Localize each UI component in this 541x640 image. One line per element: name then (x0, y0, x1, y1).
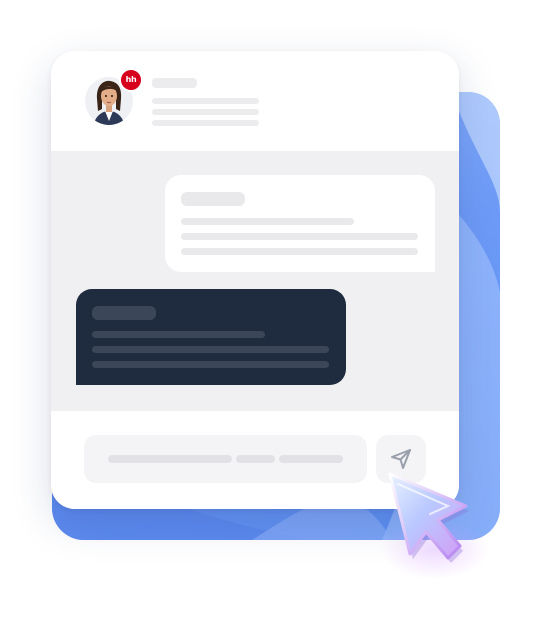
message-line-placeholder (181, 248, 418, 255)
message-line-placeholder (181, 218, 354, 225)
message-line-placeholder (92, 361, 329, 368)
chat-window: hh (51, 51, 459, 509)
contact-name-placeholder (152, 78, 197, 88)
input-text-placeholder (236, 455, 275, 463)
message-line-placeholder (92, 346, 329, 353)
contact-status-line-2 (152, 109, 259, 115)
message-title-placeholder (181, 192, 245, 206)
pointer-cursor-icon (388, 472, 469, 563)
input-text-placeholder (108, 455, 232, 463)
message-line-placeholder (181, 233, 418, 240)
incoming-message (165, 175, 435, 272)
input-text-placeholder (279, 455, 343, 463)
message-input[interactable] (84, 435, 367, 483)
message-area (51, 151, 459, 411)
message-title-placeholder (92, 306, 156, 320)
contact-status-line-3 (152, 120, 259, 126)
message-line-placeholder (92, 331, 265, 338)
contact-status-line-1 (152, 98, 259, 104)
notification-badge: hh (119, 68, 143, 92)
outgoing-message (76, 289, 346, 385)
illustration: hh (0, 0, 541, 640)
chat-header: hh (51, 51, 459, 151)
